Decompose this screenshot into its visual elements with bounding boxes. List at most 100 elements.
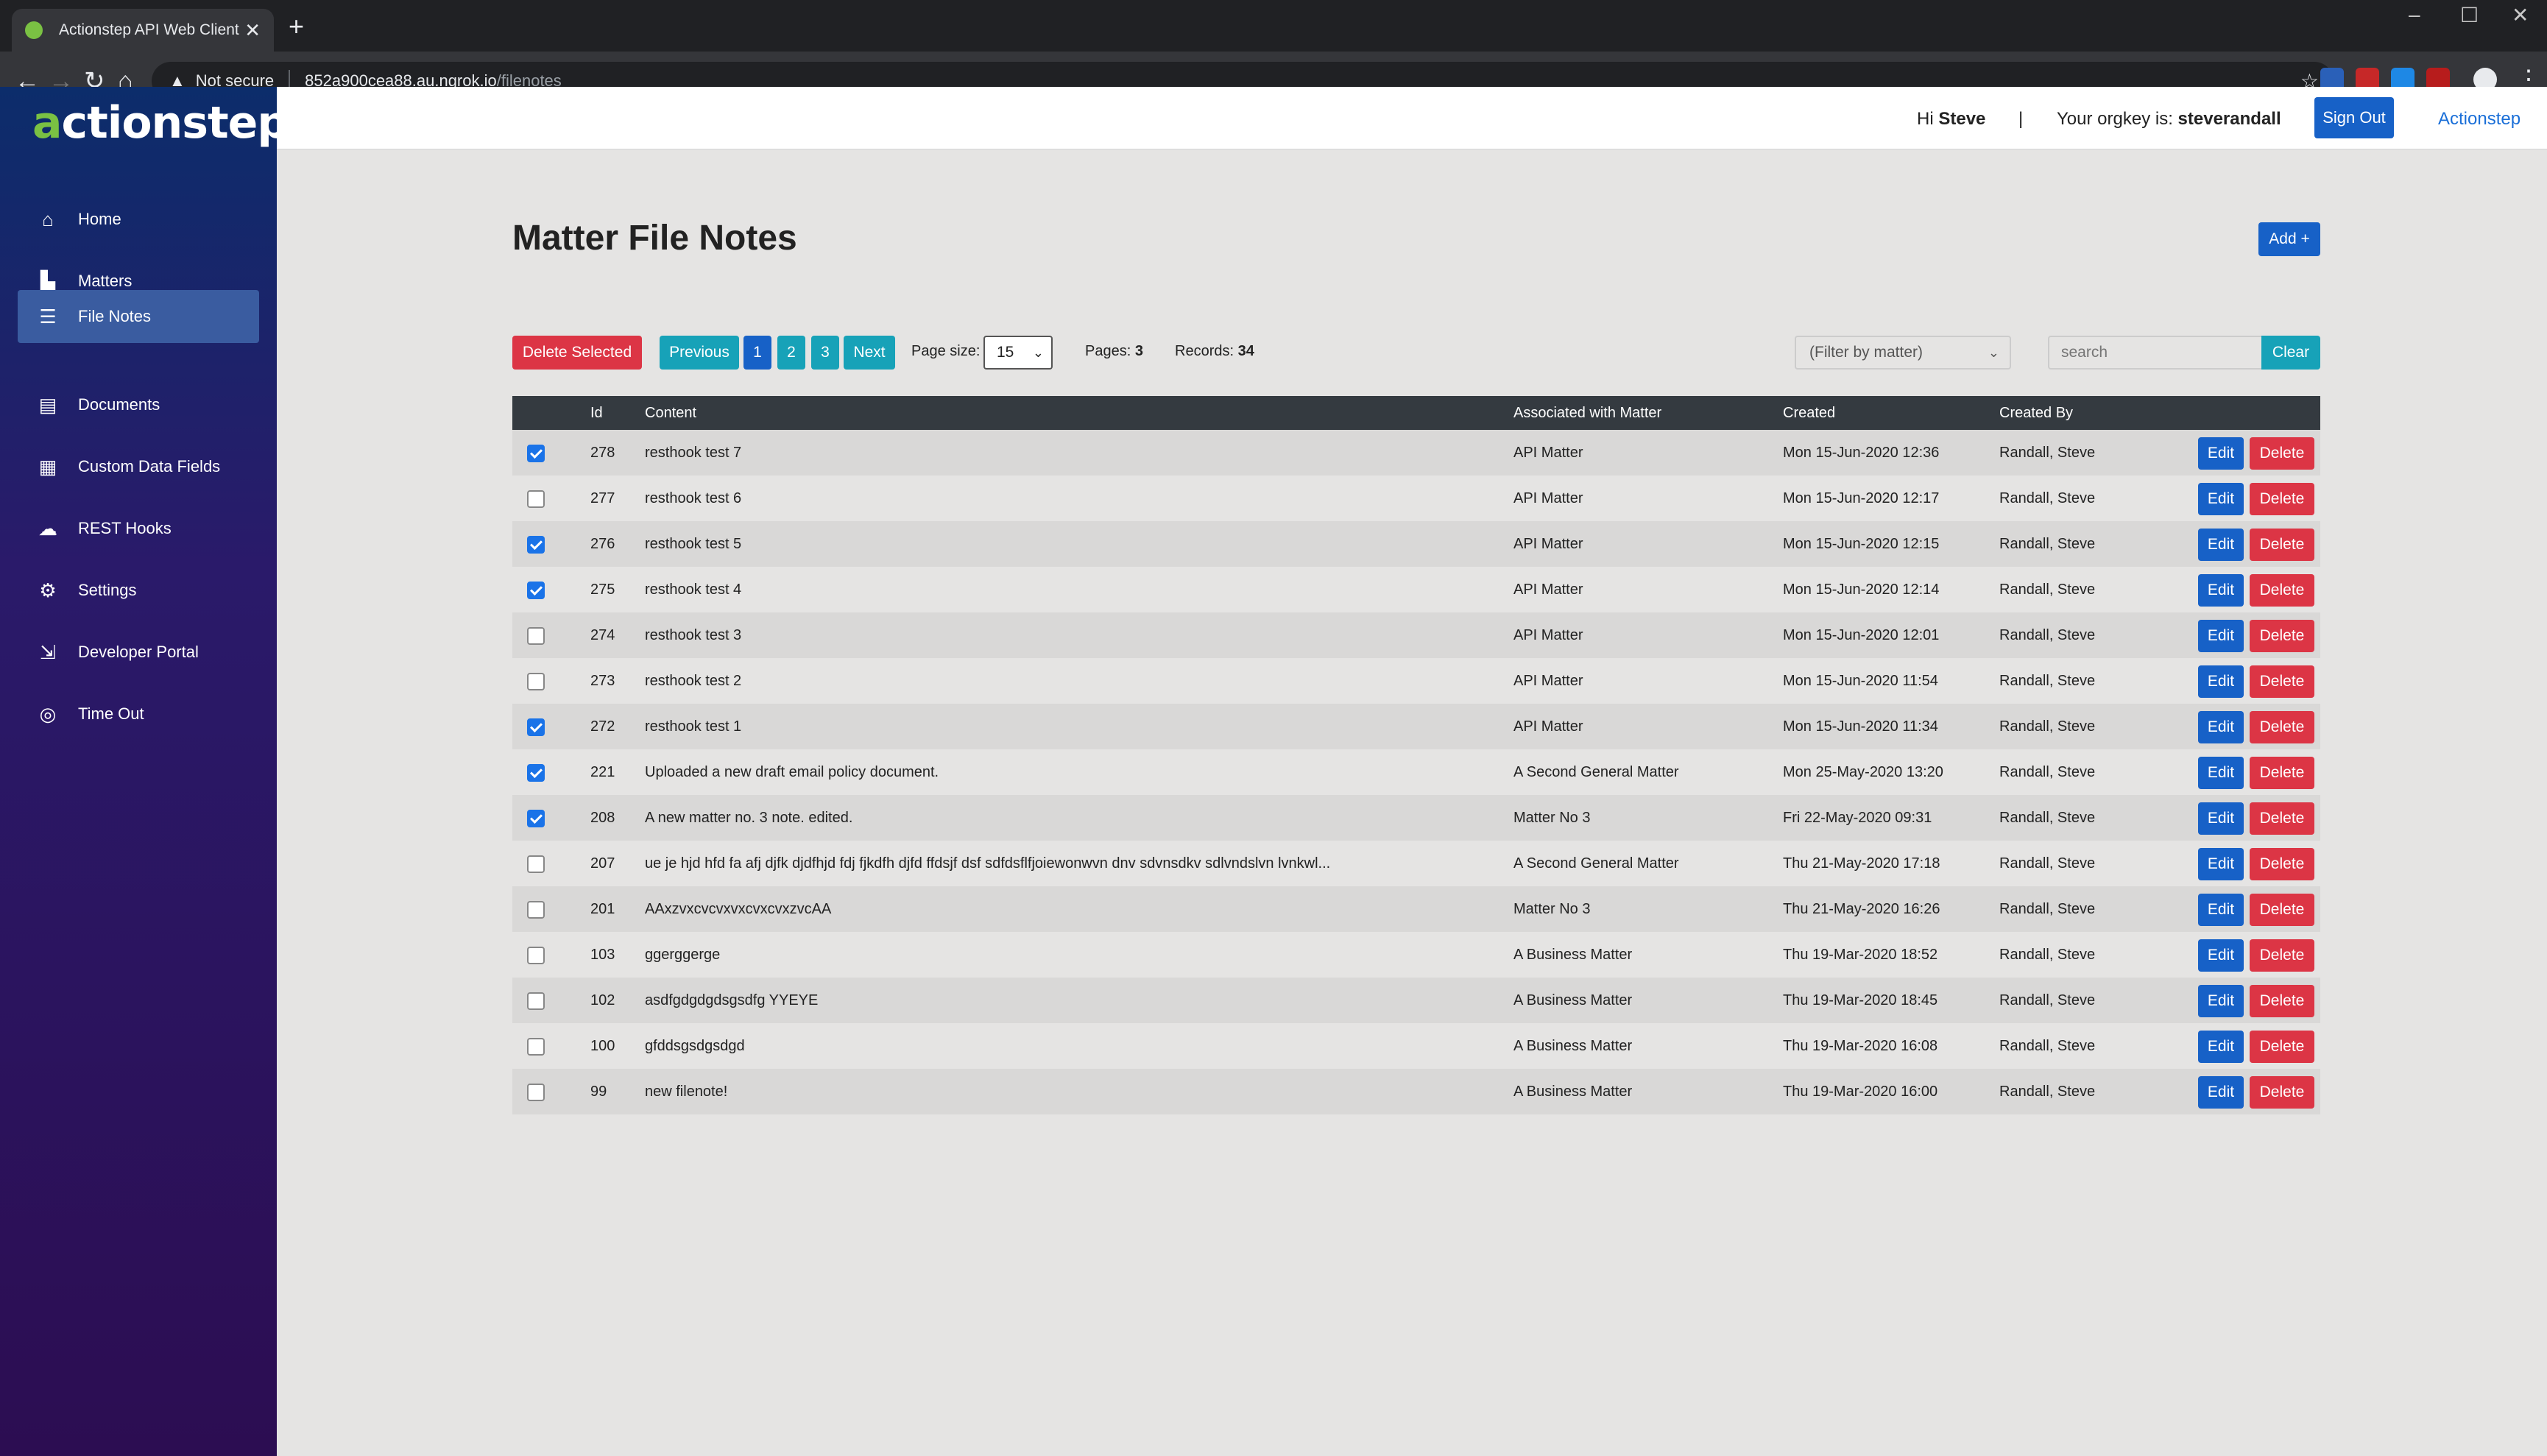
row-checkbox[interactable] — [527, 673, 545, 690]
cell-created-by: Randall, Steve — [1999, 810, 2096, 826]
clear-search-button[interactable]: Clear — [2261, 336, 2320, 370]
actionstep-link[interactable]: Actionstep — [2438, 109, 2520, 130]
delete-button[interactable]: Delete — [2250, 483, 2314, 515]
row-checkbox[interactable] — [527, 901, 545, 919]
row-checkbox[interactable] — [527, 855, 545, 873]
table-row: 275 resthook test 4 API Matter Mon 15-Ju… — [512, 567, 2320, 612]
edit-button[interactable]: Edit — [2198, 711, 2244, 743]
edit-button[interactable]: Edit — [2198, 985, 2244, 1017]
search-input[interactable] — [2048, 336, 2263, 370]
edit-button[interactable]: Edit — [2198, 574, 2244, 607]
cell-created-by: Randall, Steve — [1999, 855, 2096, 872]
maximize-icon[interactable]: ☐ — [2460, 3, 2479, 27]
table-row: 102 asdfgdgdgdsgsdfg YYEYE A Business Ma… — [512, 978, 2320, 1023]
sidebar-item-time-out[interactable]: ◎ Time Out — [18, 688, 259, 741]
sidebar-item-file-notes[interactable]: ☰ File Notes — [18, 290, 259, 343]
table-row: 207 ue je hjd hfd fa afj djfk djdfhjd fd… — [512, 841, 2320, 886]
row-checkbox[interactable] — [527, 1038, 545, 1056]
cell-id: 278 — [590, 445, 615, 461]
delete-button[interactable]: Delete — [2250, 894, 2314, 926]
delete-button[interactable]: Delete — [2250, 802, 2314, 835]
delete-button[interactable]: Delete — [2250, 620, 2314, 652]
sidebar-item-label: Developer Portal — [78, 643, 199, 661]
delete-button[interactable]: Delete — [2250, 574, 2314, 607]
cell-created-by: Randall, Steve — [1999, 445, 2096, 461]
cell-created-by: Randall, Steve — [1999, 1038, 2096, 1054]
edit-button[interactable]: Edit — [2198, 483, 2244, 515]
cell-content: resthook test 1 — [645, 718, 742, 735]
sidebar-item-settings[interactable]: ⚙ Settings — [18, 564, 259, 617]
edit-button[interactable]: Edit — [2198, 437, 2244, 470]
page-3-button[interactable]: 3 — [811, 336, 839, 370]
close-window-icon[interactable]: ✕ — [2512, 3, 2529, 27]
row-checkbox[interactable] — [527, 627, 545, 645]
records-count: Records: 34 — [1175, 343, 1254, 359]
cell-created: Thu 19-Mar-2020 16:08 — [1783, 1038, 1938, 1054]
row-checkbox[interactable] — [527, 582, 545, 599]
row-checkbox[interactable] — [527, 1084, 545, 1101]
cell-content: resthook test 2 — [645, 673, 742, 689]
cell-created-by: Randall, Steve — [1999, 582, 2096, 598]
cell-content: resthook test 7 — [645, 445, 742, 461]
edit-button[interactable]: Edit — [2198, 894, 2244, 926]
sidebar-item-custom-data-fields[interactable]: ▦ Custom Data Fields — [18, 440, 259, 493]
row-checkbox[interactable] — [527, 718, 545, 736]
row-checkbox[interactable] — [527, 536, 545, 554]
edit-button[interactable]: Edit — [2198, 529, 2244, 561]
page-2-button[interactable]: 2 — [777, 336, 805, 370]
edit-button[interactable]: Edit — [2198, 1076, 2244, 1109]
target-icon: ◎ — [39, 702, 57, 725]
sidebar-item-home[interactable]: ⌂ Home — [18, 193, 259, 246]
edit-button[interactable]: Edit — [2198, 802, 2244, 835]
edit-button[interactable]: Edit — [2198, 848, 2244, 880]
sidebar-item-developer-portal[interactable]: ⇲ Developer Portal — [18, 626, 259, 679]
edit-button[interactable]: Edit — [2198, 939, 2244, 972]
delete-button[interactable]: Delete — [2250, 529, 2314, 561]
delete-button[interactable]: Delete — [2250, 437, 2314, 470]
delete-button[interactable]: Delete — [2250, 757, 2314, 789]
new-tab-button[interactable]: + — [289, 12, 304, 41]
column-header-content: Content — [645, 405, 697, 421]
sign-out-button[interactable]: Sign Out — [2314, 97, 2394, 138]
table-row: 208 A new matter no. 3 note. edited. Mat… — [512, 795, 2320, 841]
previous-page-button[interactable]: Previous — [660, 336, 739, 370]
table-row: 99 new filenote! A Business Matter Thu 1… — [512, 1069, 2320, 1114]
table-row: 100 gfddsgsdgsdgd A Business Matter Thu … — [512, 1023, 2320, 1069]
tab-close-icon[interactable]: ✕ — [244, 19, 261, 42]
cell-created-by: Randall, Steve — [1999, 992, 2096, 1008]
page-size-select[interactable]: 15 ⌄ — [983, 336, 1053, 370]
row-checkbox[interactable] — [527, 947, 545, 964]
edit-button[interactable]: Edit — [2198, 1031, 2244, 1063]
sidebar-item-label: File Notes — [78, 307, 152, 325]
edit-button[interactable]: Edit — [2198, 665, 2244, 698]
delete-button[interactable]: Delete — [2250, 711, 2314, 743]
page-1-button[interactable]: 1 — [743, 336, 771, 370]
row-checkbox[interactable] — [527, 764, 545, 782]
orgkey-info: Your orgkey is: steverandall — [2057, 109, 2281, 129]
delete-button[interactable]: Delete — [2250, 665, 2314, 698]
cell-created: Thu 19-Mar-2020 18:52 — [1783, 947, 1938, 963]
delete-button[interactable]: Delete — [2250, 1031, 2314, 1063]
delete-button[interactable]: Delete — [2250, 939, 2314, 972]
delete-selected-button[interactable]: Delete Selected — [512, 336, 642, 370]
actionstep-logo[interactable]: actionstep — [32, 97, 289, 149]
edit-button[interactable]: Edit — [2198, 757, 2244, 789]
add-button[interactable]: Add + — [2258, 222, 2320, 256]
cell-created-by: Randall, Steve — [1999, 536, 2096, 552]
row-checkbox[interactable] — [527, 445, 545, 462]
edit-button[interactable]: Edit — [2198, 620, 2244, 652]
delete-button[interactable]: Delete — [2250, 985, 2314, 1017]
row-checkbox[interactable] — [527, 810, 545, 827]
minimize-icon[interactable]: – — [2409, 3, 2420, 26]
browser-tab[interactable]: Actionstep API Web Client ✕ — [12, 9, 274, 52]
row-checkbox[interactable] — [527, 992, 545, 1010]
sidebar-item-rest-hooks[interactable]: ☁ REST Hooks — [18, 502, 259, 555]
sidebar-item-documents[interactable]: ▤ Documents — [18, 378, 259, 431]
next-page-button[interactable]: Next — [844, 336, 895, 370]
delete-button[interactable]: Delete — [2250, 848, 2314, 880]
delete-button[interactable]: Delete — [2250, 1076, 2314, 1109]
row-checkbox[interactable] — [527, 490, 545, 508]
matter-filter-select[interactable]: (Filter by matter) ⌄ — [1795, 336, 2011, 370]
table-body: 278 resthook test 7 API Matter Mon 15-Ju… — [512, 430, 2320, 1114]
greeting: Hi Steve — [1917, 109, 1986, 129]
